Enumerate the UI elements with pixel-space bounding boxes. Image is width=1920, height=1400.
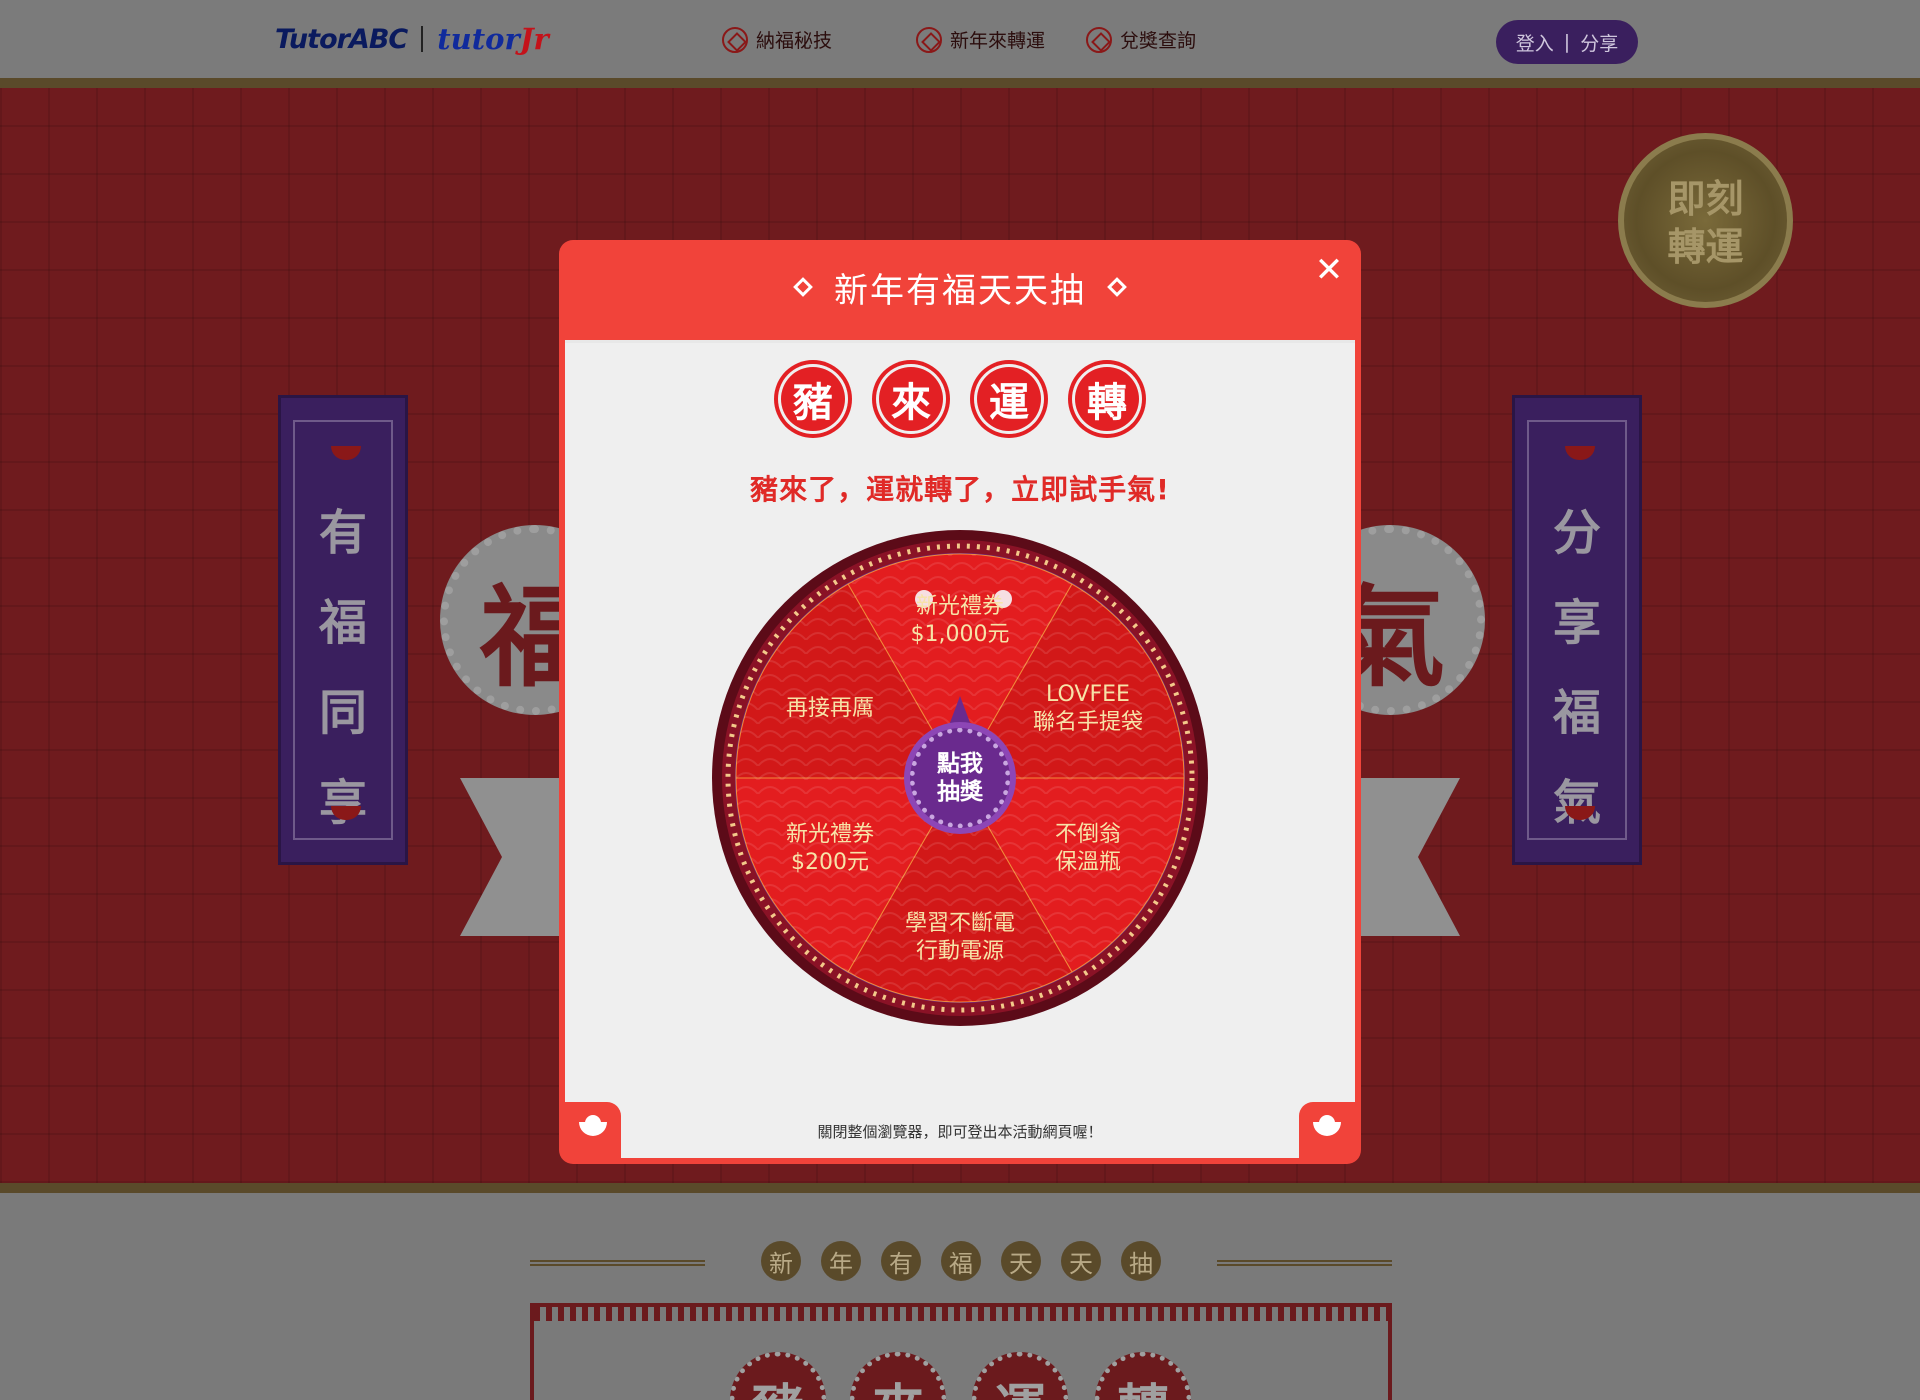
nav-item-redeem[interactable]: 兌獎查詢	[1086, 26, 1196, 53]
lower-section-title: 新 年 有 福 天 天 抽	[530, 1238, 1392, 1284]
scroll-right-text: 分 享 福 氣	[1515, 493, 1639, 833]
prize-line: 再接再厲	[785, 696, 874, 721]
close-icon[interactable]: ✕	[1313, 253, 1345, 287]
diamond-coin-icon	[722, 26, 748, 53]
coin-text-line: 即刻	[1667, 176, 1744, 221]
logo-tutorabc: TutorABC	[275, 23, 408, 55]
diamond-ornament-icon	[1107, 277, 1127, 297]
seal-char: 來	[872, 360, 950, 438]
title-ornament-line	[530, 1260, 705, 1266]
login-button[interactable]: 登入	[1516, 29, 1554, 56]
logo[interactable]: TutorABC tutorJr	[275, 22, 549, 56]
logo-divider	[421, 26, 424, 52]
panel-scallop-border	[534, 1307, 1388, 1321]
prize-line: 新光禮券	[785, 822, 874, 847]
prize-segment-label: 學習不斷電 行動電源	[890, 910, 1030, 966]
nav-item-label: 納福秘技	[756, 30, 833, 52]
title-char: 福	[941, 1241, 981, 1281]
scroll-left: 有 福 同 享	[278, 395, 408, 865]
lottery-modal: 新年有福天天抽 ✕ 豬 來 運 轉 豬來了，運就轉了，立即試手氣! 新光禮券 $…	[559, 240, 1361, 1164]
seal-row: 豬 來 運 轉	[565, 360, 1355, 438]
scroll-char: 福	[318, 595, 367, 651]
nav-item-new-year[interactable]: 新年來轉運	[916, 26, 1045, 53]
prize-line: 保溫瓶	[1054, 850, 1121, 875]
spin-button-label: 點我抽獎	[937, 750, 983, 805]
scroll-char: 分	[1552, 505, 1601, 561]
prize-segment-label: LOVFEE 聯名手提袋	[1018, 681, 1158, 737]
prize-line: 行動電源	[915, 939, 1004, 964]
seal-char: 豬	[774, 360, 852, 438]
scroll-char: 氣	[1552, 775, 1601, 831]
instant-luck-coin-button[interactable]: 即刻 轉運	[1618, 133, 1793, 308]
modal-body: 豬 來 運 轉 豬來了，運就轉了，立即試手氣! 新光禮券 $1,000元 LOV…	[565, 340, 1355, 1158]
prize-segment-label: 新光禮券 $1,000元	[890, 593, 1030, 649]
prize-line: 新光禮券	[915, 594, 1004, 619]
title-char: 新	[761, 1241, 801, 1281]
prize-segment-label: 再接再厲	[760, 695, 900, 723]
prize-segment-label: 新光禮券 $200元	[760, 821, 900, 877]
diamond-coin-icon	[916, 26, 942, 53]
prize-segment-label: 不倒翁 保溫瓶	[1018, 821, 1158, 877]
spin-button[interactable]: 點我抽獎	[910, 728, 1010, 828]
lower-lottery-panel	[530, 1303, 1392, 1400]
corner-ornament-right	[1299, 1102, 1355, 1158]
scroll-char: 有	[318, 505, 367, 561]
title-char: 天	[1061, 1241, 1101, 1281]
prize-line: 聯名手提袋	[1032, 710, 1143, 735]
scroll-char: 享	[318, 775, 367, 831]
title-ornament-line	[1217, 1260, 1392, 1266]
scroll-left-text: 有 福 同 享	[281, 493, 405, 833]
modal-header: 新年有福天天抽	[559, 240, 1361, 334]
corner-ornament-left	[565, 1102, 621, 1158]
diamond-ornament-icon	[793, 277, 813, 297]
title-char: 年	[821, 1241, 861, 1281]
top-nav-border	[0, 78, 1920, 88]
ingot-icon	[579, 1115, 607, 1136]
title-char: 抽	[1121, 1241, 1161, 1281]
title-char: 天	[1001, 1241, 1041, 1281]
share-button[interactable]: 分享	[1580, 29, 1618, 56]
coin-text-line: 轉運	[1667, 224, 1744, 269]
diamond-coin-icon	[1086, 26, 1112, 53]
top-nav-bar: TutorABC tutorJr 納福秘技 新年來轉運 兌獎查詢 登入 | 分享	[0, 0, 1920, 78]
seal-char: 轉	[1068, 360, 1146, 438]
prize-line: $200元	[791, 850, 869, 875]
hero-bottom-border	[0, 1183, 1920, 1193]
modal-title: 新年有福天天抽	[834, 270, 1086, 311]
prize-line: $1,000元	[910, 622, 1010, 647]
login-separator: |	[1563, 31, 1571, 53]
ingot-icon	[1313, 1115, 1341, 1136]
scroll-char: 享	[1552, 595, 1601, 651]
title-char: 有	[881, 1241, 921, 1281]
prize-line: LOVFEE	[1046, 682, 1130, 707]
logo-tutorjr-a: tutor	[437, 22, 520, 56]
prize-line: 不倒翁	[1054, 822, 1121, 847]
nav-item-label: 兌獎查詢	[1120, 30, 1197, 52]
nav-item-tips[interactable]: 納福秘技	[722, 26, 832, 53]
prize-wheel: 新光禮券 $1,000元 LOVFEE 聯名手提袋 不倒翁 保溫瓶 學習不斷電 …	[710, 528, 1210, 1028]
seal-char: 運	[970, 360, 1048, 438]
logo-tutorjr-b: Jr	[519, 22, 549, 56]
scroll-char: 同	[318, 685, 367, 741]
login-share-pill: 登入 | 分享	[1496, 20, 1638, 64]
logo-tutorjr: tutorJr	[437, 22, 549, 56]
coin-text: 即刻 轉運	[1624, 175, 1787, 271]
prize-line: 學習不斷電	[904, 911, 1015, 936]
nav-item-label: 新年來轉運	[950, 30, 1046, 52]
scroll-char: 福	[1552, 685, 1601, 741]
slogan-text: 豬來了，運就轉了，立即試手氣!	[750, 473, 1170, 506]
scroll-right: 分 享 福 氣	[1512, 395, 1642, 865]
logout-note: 關閉整個瀏覽器，即可登出本活動網頁喔！	[817, 1123, 1103, 1141]
